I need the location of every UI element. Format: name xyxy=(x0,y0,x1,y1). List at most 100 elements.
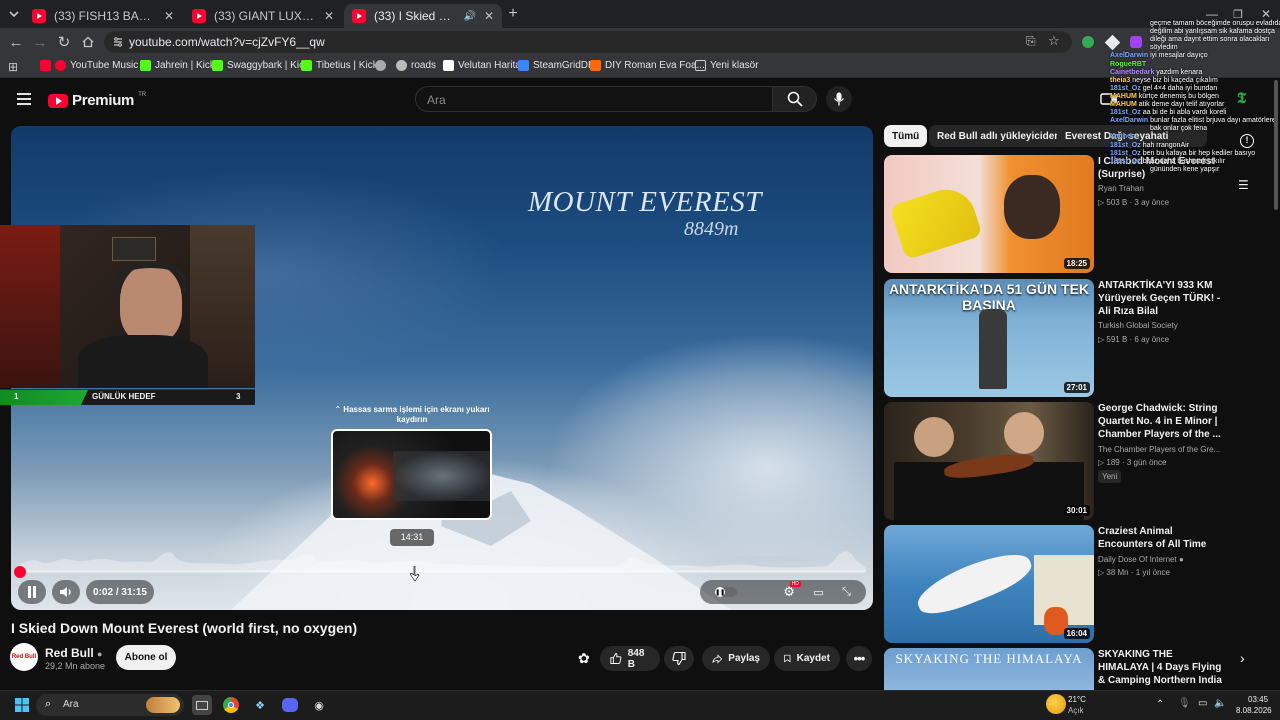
volume-button[interactable] xyxy=(52,580,80,604)
channel-avatar[interactable]: Red Bull xyxy=(10,643,38,671)
task-view-icon[interactable] xyxy=(192,695,212,715)
bookmark-youtube-music[interactable]: YouTube Music xyxy=(40,60,138,71)
rec-title[interactable]: George Chadwick: String Quartet No. 4 in… xyxy=(1098,402,1223,441)
discord-icon[interactable] xyxy=(280,695,300,715)
chat-username: MAHUM xyxy=(1110,101,1139,108)
rec-thumbnail[interactable]: SKYAKING THE HIMALAYA xyxy=(884,648,1094,690)
audio-playing-icon[interactable]: 🔊 xyxy=(463,11,475,22)
extension-icon[interactable] xyxy=(1126,32,1146,52)
site-info-icon[interactable] xyxy=(112,35,124,53)
pause-button[interactable] xyxy=(18,580,46,604)
more-actions-button[interactable]: ••• xyxy=(846,646,872,671)
settings-gear-icon[interactable]: ⚙ HD xyxy=(783,581,801,600)
fullscreen-icon[interactable]: ⤡ xyxy=(842,586,851,599)
browser-tab-2[interactable]: (33) GIANT LUXURY TENT Camp ✕ xyxy=(184,4,342,28)
obs-icon[interactable]: ◉ xyxy=(309,695,329,715)
bookmark-globe[interactable] xyxy=(375,60,386,71)
progress-bar[interactable] xyxy=(20,570,865,573)
seek-preview-thumbnail xyxy=(331,429,492,520)
back-icon[interactable]: ← xyxy=(6,32,26,52)
rec-channel[interactable]: The Chamber Players of the Gre... xyxy=(1098,445,1220,454)
weather-icon[interactable] xyxy=(1046,694,1066,714)
rec-thumbnail[interactable]: ANTARKTİKA'DA 51 GÜN TEK BAŞINA 27:01 xyxy=(884,279,1094,397)
goal-left: 1 xyxy=(14,392,19,401)
user-avatar[interactable]: 𝕿 xyxy=(1237,90,1255,108)
page-scrollbar[interactable] xyxy=(1274,80,1278,210)
thumb-player-1 xyxy=(914,417,954,457)
globe-icon xyxy=(375,60,386,71)
autoplay-toggle-icon[interactable]: ❚❚ xyxy=(715,587,738,597)
forward-icon[interactable]: → xyxy=(30,32,50,52)
dislike-button[interactable] xyxy=(664,646,694,671)
bookmark-new-folder[interactable]: Yeni klasör xyxy=(695,60,759,71)
rec-meta-text: 503 B · 3 ay önce xyxy=(1106,198,1170,207)
extension-icon[interactable] xyxy=(1102,32,1122,52)
rec-channel[interactable]: Turkish Global Society xyxy=(1098,321,1178,330)
scroll-next-chevron-icon[interactable]: › xyxy=(1240,650,1245,666)
like-count: 848 B xyxy=(627,647,645,670)
home-icon[interactable] xyxy=(78,32,98,52)
rec-channel[interactable]: Daily Dose Of Internet ● xyxy=(1098,555,1184,564)
network-icon[interactable]: ▭ xyxy=(1198,698,1207,709)
close-tab-icon[interactable]: ✕ xyxy=(484,9,494,23)
share-button[interactable]: Paylaş xyxy=(702,646,770,671)
app-icon[interactable]: ❖ xyxy=(250,695,270,715)
bookmark-swaggybark-kick[interactable]: Swaggybark | Kick xyxy=(212,60,309,71)
bookmark-velutan-harita[interactable]: Velutan Harita xyxy=(443,60,521,71)
apps-grid-icon[interactable]: ⊞ xyxy=(8,60,18,74)
bookmark-jahrein-kick[interactable]: Jahrein | Kick xyxy=(140,60,215,71)
extension-icon[interactable] xyxy=(1078,32,1098,52)
browser-tab-1[interactable]: (33) FISH13 BALIK13 - YouTube ✕ xyxy=(24,4,182,28)
search-button[interactable] xyxy=(773,86,817,112)
windows-start-icon[interactable] xyxy=(12,695,32,715)
like-button[interactable]: 848 B xyxy=(600,646,660,671)
save-button[interactable]: Kaydet xyxy=(774,646,840,671)
subtitles-icon[interactable]: ▭ xyxy=(755,587,764,598)
voice-search-button[interactable] xyxy=(826,86,852,112)
taskbar-search-box[interactable]: ⌕ Ara xyxy=(36,694,184,716)
join-sparkle-icon[interactable]: ✿ xyxy=(578,650,590,667)
new-tab-button[interactable]: + xyxy=(503,4,523,24)
rec-thumbnail[interactable]: 30:01 xyxy=(884,402,1094,520)
search-input[interactable] xyxy=(415,86,773,112)
chip-from-uploader[interactable]: Red Bull adlı yükleyiciden xyxy=(929,125,1069,147)
bookmark-tibetius-kick[interactable]: Tibetius | Kick xyxy=(301,60,378,71)
more-horizontal-icon: ••• xyxy=(853,651,866,666)
youtube-premium-logo[interactable]: Premium TR xyxy=(48,92,146,109)
rec-thumbnail[interactable]: 18:25 xyxy=(884,155,1094,273)
bookmark-roads[interactable]: roads xyxy=(396,60,436,71)
chip-all[interactable]: Tümü xyxy=(884,125,928,147)
progress-scrubber-handle[interactable] xyxy=(14,566,26,578)
tray-chevron-up-icon[interactable]: ⌃ xyxy=(1156,699,1164,710)
tray-mic-icon[interactable]: 🎙 xyxy=(1178,698,1191,709)
chat-message: AxelDarwin iyi mesajlar dayıço xyxy=(1110,52,1208,60)
channel-name[interactable]: Red Bull ● xyxy=(45,646,102,660)
tab-search-icon[interactable] xyxy=(4,4,24,24)
bookmark-steamgriddb[interactable]: SteamGridDB xyxy=(518,60,595,71)
install-app-icon[interactable]: ⎘ xyxy=(1026,34,1036,49)
weather-temp: 21°C xyxy=(1068,695,1086,704)
speaker-icon[interactable]: 🔈 xyxy=(1214,698,1226,709)
bookmark-diy-roman[interactable]: DIY Roman Eva Foa... xyxy=(590,60,705,71)
preview-snow xyxy=(393,451,490,501)
theater-mode-icon[interactable]: ▭ xyxy=(813,586,823,599)
chat-text: aa bi de bi abla vardı koreli xyxy=(1142,109,1227,117)
rec-duration: 30:01 xyxy=(1063,505,1090,516)
rec-title[interactable]: ANTARKTİKA'YI 933 KM Yürüyerek Geçen TÜR… xyxy=(1098,279,1223,318)
subscribe-button[interactable]: Abone ol xyxy=(116,645,176,670)
rec-title[interactable]: Craziest Animal Encounters of All Time xyxy=(1098,525,1223,551)
menu-hamburger-icon[interactable] xyxy=(16,92,32,111)
rec-meta: ▷ 38 Mn · 1 yıl önce xyxy=(1098,568,1170,577)
chat-message-icon[interactable]: ☰ xyxy=(1238,178,1249,192)
reload-icon[interactable]: ↻ xyxy=(54,32,74,52)
rec-title[interactable]: SKYAKING THE HIMALAYA | 4 Days Flying & … xyxy=(1098,648,1223,687)
bookmark-star-icon[interactable]: ☆ xyxy=(1048,33,1060,49)
rec-thumbnail[interactable]: 16:04 xyxy=(884,525,1094,643)
chat-info-icon[interactable]: ! xyxy=(1240,134,1254,148)
close-tab-icon[interactable]: ✕ xyxy=(164,9,174,23)
browser-tab-3-active[interactable]: (33) I Skied Down Mount E 🔊 ✕ xyxy=(344,4,502,28)
rec-channel[interactable]: Ryan Trahan xyxy=(1098,184,1144,193)
chrome-icon[interactable] xyxy=(221,695,241,715)
streamer-webcam xyxy=(0,225,255,388)
close-tab-icon[interactable]: ✕ xyxy=(324,9,334,23)
